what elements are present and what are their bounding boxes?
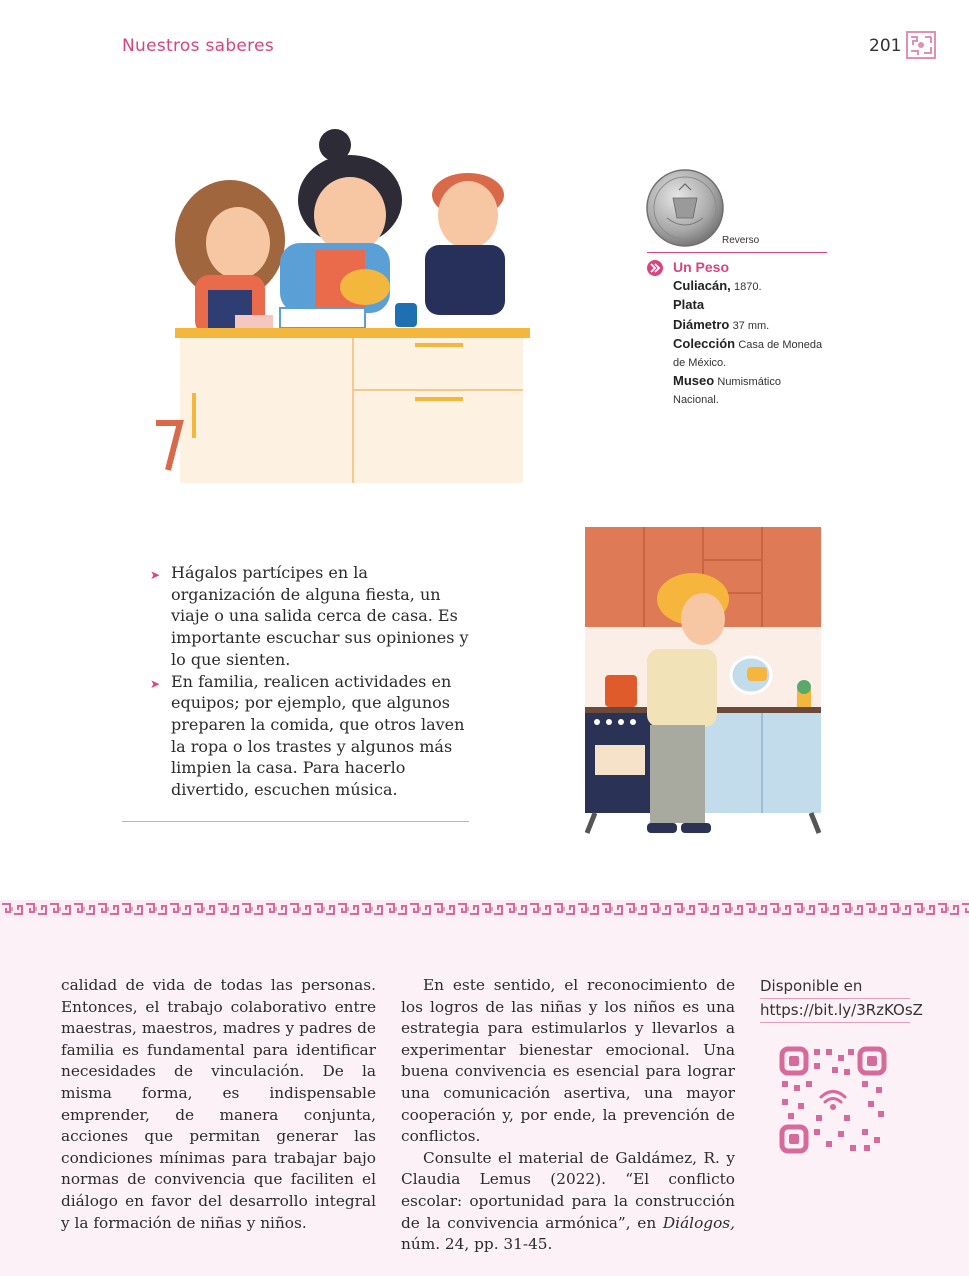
double-chevron-right-icon: [647, 259, 663, 276]
coin-detail: Plata: [673, 297, 705, 312]
decorative-glyph-icon: [906, 31, 936, 59]
coin-image: [646, 169, 724, 247]
coin-detail: Museo Numismático Nacional.: [673, 373, 781, 406]
reference-paragraph: Consulte el material de Galdámez, R. y C…: [401, 1148, 735, 1254]
chevron-right-icon: ➤: [150, 568, 161, 582]
chevron-right-icon: ➤: [150, 676, 161, 691]
footer-middle-column: En este sentido, el reconocimiento de lo…: [401, 975, 735, 1256]
coin-title: Un Peso: [673, 259, 730, 275]
page-number: 201: [869, 36, 902, 56]
link-box: Disponible en https://bit.ly/3RzKOsZ: [760, 975, 923, 1023]
coin-detail: Colección Casa de Moneda de México.: [673, 336, 823, 369]
divider: [647, 252, 827, 253]
bullet-list: ➤ Hágalos partícipes en la organización …: [150, 562, 470, 801]
qr-code-icon[interactable]: [778, 1045, 888, 1155]
coin-info: Un Peso Culiacán, 1870. Plata Diámetro 3…: [647, 259, 827, 409]
divider: [122, 821, 469, 822]
section-title: Nuestros saberes: [122, 36, 275, 56]
link-label: Disponible en: [760, 975, 910, 999]
family-cooking-illustration: [156, 129, 530, 483]
boy-washing-dishes-illustration: [585, 527, 821, 834]
coin-detail: Diámetro 37 mm.: [673, 316, 770, 332]
coin-detail: Culiacán, 1870.: [673, 277, 762, 293]
decorative-border: [0, 900, 969, 918]
link-url[interactable]: https://bit.ly/3RzKOsZ: [760, 999, 923, 1023]
footer-left-column: calidad de vida de todas las personas. E…: [61, 976, 376, 1232]
coin-caption: Reverso: [722, 235, 760, 246]
list-item: ➤ Hágalos partícipes en la organización …: [150, 563, 469, 669]
list-item: ➤ En familia, realicen actividades en eq…: [150, 671, 465, 800]
